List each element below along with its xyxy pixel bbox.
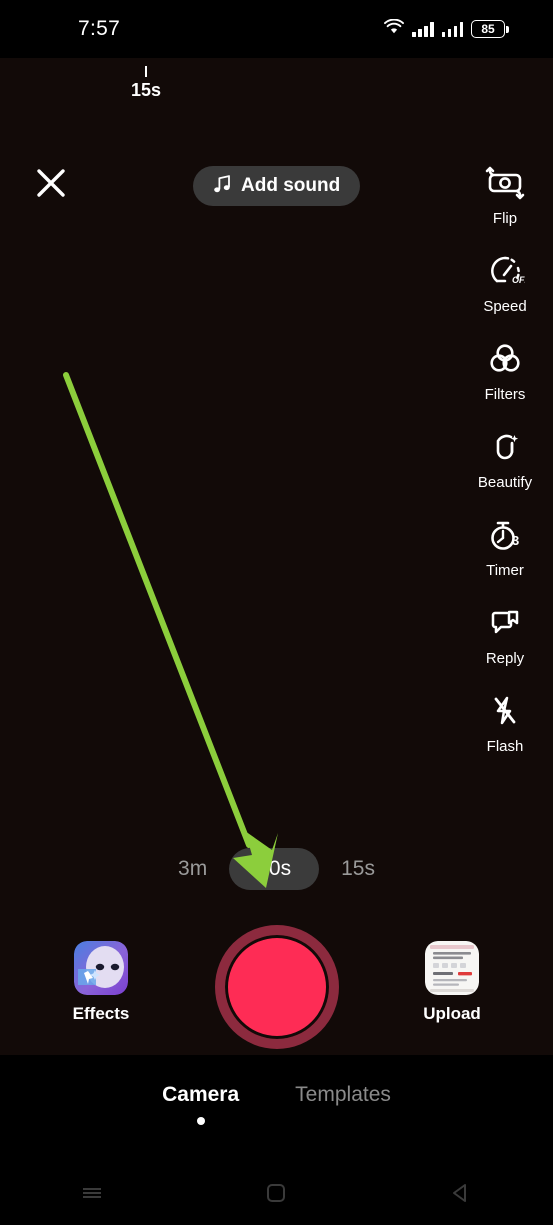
effects-thumbnail bbox=[74, 941, 128, 995]
battery-level: 85 bbox=[481, 22, 495, 36]
upload-thumbnail bbox=[425, 941, 479, 995]
timeline-marker: 15s bbox=[112, 66, 180, 101]
signal-bars-icon-2 bbox=[441, 21, 463, 37]
speedometer-icon: OFF bbox=[485, 251, 525, 291]
add-sound-label: Add sound bbox=[241, 175, 341, 196]
tool-rail: Flip OFF Speed bbox=[457, 163, 553, 779]
signal-bars-icon-1 bbox=[412, 21, 434, 37]
menu-lines-icon bbox=[83, 1187, 102, 1198]
flash-off-icon bbox=[485, 691, 525, 731]
add-sound-button[interactable]: Add sound bbox=[193, 166, 361, 206]
tool-beautify[interactable]: Beautify bbox=[457, 427, 553, 515]
stopwatch-icon: 3 bbox=[485, 515, 525, 555]
tool-flash[interactable]: Flash bbox=[457, 691, 553, 779]
record-button[interactable] bbox=[214, 925, 339, 1049]
filters-circles-icon bbox=[485, 339, 525, 379]
active-tab-indicator bbox=[196, 1117, 205, 1125]
speed-badge: OFF bbox=[512, 275, 525, 285]
android-nav-bar bbox=[0, 1160, 553, 1225]
reply-bubble-icon bbox=[485, 603, 525, 643]
tab-templates-label: Templates bbox=[295, 1083, 391, 1106]
tab-camera[interactable]: Camera bbox=[162, 1083, 240, 1125]
tool-speed[interactable]: OFF Speed bbox=[457, 251, 553, 339]
effects-button[interactable]: Effects bbox=[49, 941, 153, 1024]
upload-label: Upload bbox=[423, 1004, 481, 1023]
triangle-back-icon bbox=[452, 1183, 466, 1202]
tool-flip[interactable]: Flip bbox=[457, 163, 553, 251]
status-bar: 7:57 85 bbox=[0, 0, 553, 58]
tool-label: Speed bbox=[483, 298, 527, 315]
duration-option-15s[interactable]: 15s bbox=[319, 848, 397, 890]
duration-option-60s[interactable]: 60s bbox=[229, 848, 320, 890]
effects-label: Effects bbox=[72, 1004, 130, 1023]
back-button[interactable] bbox=[421, 1170, 501, 1216]
tool-label: Flash bbox=[486, 738, 524, 755]
tool-label: Reply bbox=[485, 650, 525, 667]
status-clock: 7:57 bbox=[78, 17, 121, 40]
record-button-inner bbox=[224, 935, 329, 1039]
tab-camera-label: Camera bbox=[162, 1083, 240, 1106]
battery-icon: 85 bbox=[471, 20, 509, 38]
timer-badge: 3 bbox=[512, 533, 519, 548]
tool-label: Timer bbox=[486, 562, 524, 579]
tool-label: Beautify bbox=[477, 474, 533, 491]
camera-flip-icon bbox=[485, 163, 525, 203]
record-row: Effects Upload bbox=[0, 925, 553, 1055]
close-icon bbox=[37, 169, 65, 197]
status-icons: 85 bbox=[384, 18, 509, 40]
tool-reply[interactable]: Reply bbox=[457, 603, 553, 691]
tool-timer[interactable]: 3 Timer bbox=[457, 515, 553, 603]
timeline-marker-label: 15s bbox=[130, 80, 162, 100]
timeline-tick-icon bbox=[145, 66, 147, 77]
duration-option-3m[interactable]: 3m bbox=[156, 848, 229, 890]
bottom-tab-bar: Camera Templates bbox=[0, 1055, 553, 1160]
tab-templates[interactable]: Templates bbox=[295, 1083, 391, 1107]
upload-button[interactable]: Upload bbox=[400, 941, 504, 1024]
close-button[interactable] bbox=[30, 162, 72, 204]
square-icon bbox=[267, 1183, 286, 1202]
tool-label: Flip bbox=[492, 210, 518, 227]
tool-filters[interactable]: Filters bbox=[457, 339, 553, 427]
duration-selector: 3m 60s 15s bbox=[0, 848, 553, 890]
camera-viewfinder[interactable]: 15s Add sound Flip OF Speed Filters Beau… bbox=[0, 58, 553, 1055]
recents-button[interactable] bbox=[52, 1170, 132, 1216]
wifi-icon bbox=[384, 18, 404, 40]
phone-screen: 7:57 85 15s Add sound Flip OF Speed Filt… bbox=[0, 0, 553, 1225]
tool-label: Filters bbox=[484, 386, 526, 403]
beautify-face-icon bbox=[485, 427, 525, 467]
home-button[interactable] bbox=[236, 1170, 316, 1216]
music-note-icon bbox=[213, 174, 232, 199]
